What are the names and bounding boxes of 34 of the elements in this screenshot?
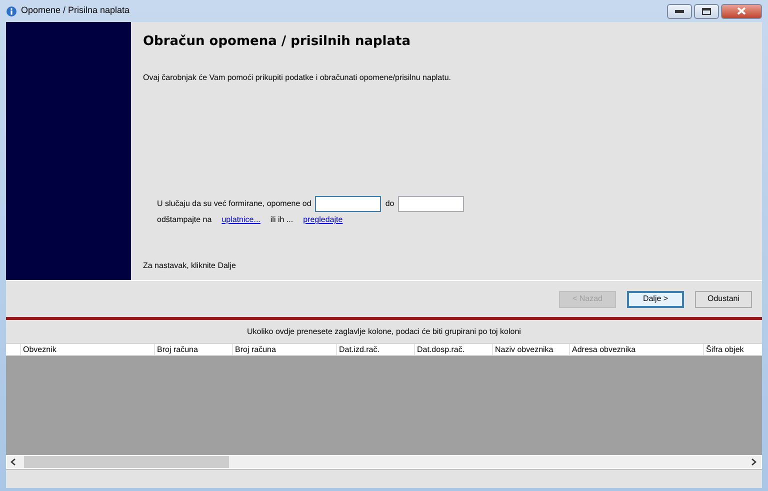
close-button[interactable] xyxy=(721,4,762,18)
maximize-icon xyxy=(702,8,711,14)
column-header[interactable]: Naziv obveznika xyxy=(492,344,569,355)
close-icon xyxy=(737,7,746,15)
column-header[interactable]: Adresa obveznika xyxy=(569,344,703,355)
window-title: Opomene / Prisilna naplata xyxy=(21,4,130,18)
payment-slips-link[interactable]: uplatnice... xyxy=(222,214,260,226)
or-label: ili ih ... xyxy=(270,214,294,226)
minimize-icon xyxy=(675,10,684,12)
to-label: do xyxy=(385,198,394,210)
from-field[interactable] xyxy=(315,196,382,212)
cancel-button[interactable]: Odustani xyxy=(695,290,752,308)
print-label: odštampajte na xyxy=(157,214,212,226)
wizard-footer-text: Za nastavak, kliknite Dalje xyxy=(143,260,237,272)
maximize-button[interactable] xyxy=(694,4,719,18)
column-header[interactable]: Broj računa xyxy=(154,344,232,355)
column-header[interactable]: Dat.dosp.rač. xyxy=(414,344,492,355)
group-by-hint: Ukoliko ovdje prenesete zaglavlje kolone, podaci će biti grupirani po toj koloni xyxy=(247,326,521,338)
app-icon xyxy=(6,6,17,16)
scroll-left-icon[interactable] xyxy=(10,458,16,466)
range-label: U slučaju da su već formirane, opomene od xyxy=(157,198,312,210)
column-header[interactable]: Broj računa xyxy=(232,344,336,355)
scrollbar-thumb[interactable] xyxy=(24,456,229,468)
scroll-right-icon[interactable] xyxy=(751,458,757,466)
column-header[interactable]: Šifra objek xyxy=(703,344,755,355)
column-header[interactable]: Obveznik xyxy=(20,344,154,355)
wizard-heading: Obračun opomena / prisilnih naplata xyxy=(143,34,412,50)
next-button[interactable]: Dalje > xyxy=(627,290,684,308)
to-field[interactable] xyxy=(398,196,464,212)
wizard-description: Ovaj čarobnjak će Vam pomoći prikupiti podatke i obračunati opomene/prisilnu naplatu. xyxy=(143,72,452,84)
horizontal-scrollbar[interactable] xyxy=(6,455,762,469)
minimize-button[interactable] xyxy=(667,4,692,18)
column-header[interactable]: Dat.izd.rač. xyxy=(336,344,414,355)
preview-link[interactable]: pregledajte xyxy=(303,214,343,226)
